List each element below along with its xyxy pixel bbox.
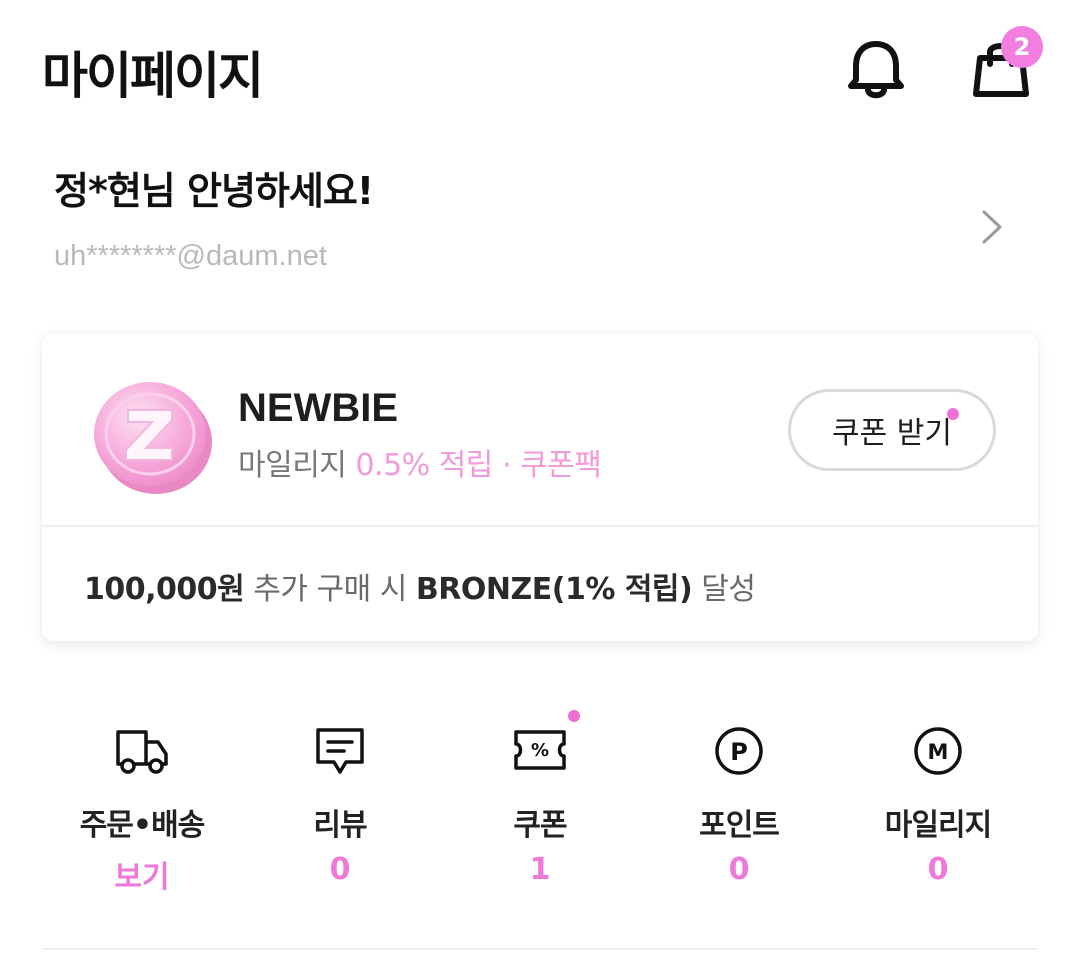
truck-icon	[116, 730, 168, 774]
menu-label: 쿠폰	[513, 808, 567, 843]
menu-item-mileage[interactable]: M 마일리지 0	[838, 700, 1038, 900]
mileage-icon: M	[914, 727, 962, 775]
grade-coin-icon	[94, 382, 212, 494]
review-icon	[316, 728, 364, 774]
menu-value: 0	[329, 852, 351, 887]
menu-label: 마일리지	[884, 808, 992, 843]
menu-item-reviews[interactable]: 리뷰 0	[240, 700, 440, 900]
next-grade-amount: 100,000원	[84, 572, 245, 607]
svg-text:M: M	[928, 740, 949, 764]
coupon-notification-dot	[568, 710, 580, 722]
grade-name: NEWBIE	[238, 386, 398, 430]
grade-card: NEWBIE 마일리지 0.5% 적립 · 쿠폰팩 쿠폰 받기 100,000원…	[42, 334, 1038, 641]
my-menu: 주문•배송 보기 리뷰 0 % 쿠폰 1 P 포인트 0 M 마일리지 0	[42, 700, 1038, 900]
svg-text:%: %	[531, 740, 549, 761]
menu-item-points[interactable]: P 포인트 0	[639, 700, 839, 900]
next-grade-suffix: 달성	[701, 572, 756, 607]
chevron-right-icon[interactable]	[976, 206, 1006, 248]
next-grade-info: 100,000원 추가 구매 시 BRONZE(1% 적립) 달성	[84, 564, 756, 608]
get-coupon-button[interactable]: 쿠폰 받기	[788, 389, 996, 471]
new-notification-dot	[947, 408, 959, 420]
menu-label: 주문•배송	[79, 808, 206, 843]
coupon-icon: %	[514, 730, 566, 770]
benefit-highlight: 0.5% 적립 · 쿠폰팩	[355, 448, 602, 483]
divider	[42, 525, 1038, 527]
menu-value: 보기	[114, 860, 170, 895]
svg-text:P: P	[730, 738, 748, 766]
menu-label: 포인트	[699, 808, 780, 843]
menu-value: 0	[927, 852, 949, 887]
bell-icon[interactable]	[846, 36, 906, 100]
menu-label: 리뷰	[313, 808, 367, 843]
point-icon: P	[715, 727, 763, 775]
next-grade-name: BRONZE(1% 적립)	[415, 572, 693, 607]
next-grade-text: 추가 구매 시	[253, 572, 407, 607]
cart-count-badge: 2	[1001, 26, 1043, 68]
benefit-prefix: 마일리지	[238, 448, 347, 483]
menu-item-coupons[interactable]: % 쿠폰 1	[440, 700, 640, 900]
user-email: uh********@daum.net	[54, 240, 327, 272]
header: 마이페이지 2	[0, 0, 1080, 140]
section-divider	[42, 948, 1038, 950]
menu-item-orders[interactable]: 주문•배송 보기	[42, 700, 242, 900]
menu-value: 0	[728, 852, 750, 887]
menu-value: 1	[529, 852, 551, 887]
page-title: 마이페이지	[42, 47, 264, 105]
grade-benefit: 마일리지 0.5% 적립 · 쿠폰팩	[238, 440, 602, 484]
greeting-text[interactable]: 정*현님 안녕하세요!	[54, 160, 374, 215]
